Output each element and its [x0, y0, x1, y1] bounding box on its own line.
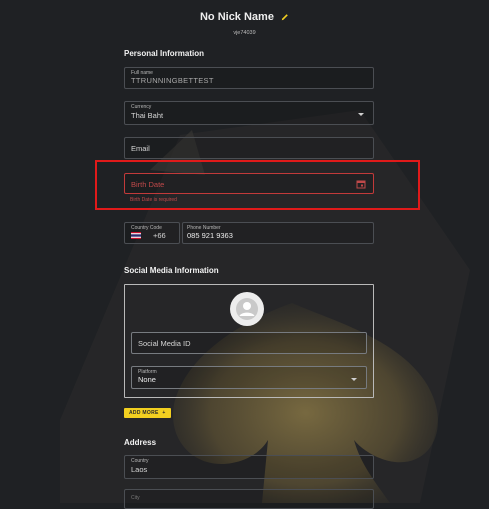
profile-title: No Nick Name — [0, 11, 489, 23]
country-label: Country — [131, 458, 149, 464]
highlight-box — [95, 160, 420, 210]
dropdown-caret-icon — [358, 113, 364, 116]
country-value: Laos — [131, 465, 148, 474]
social-media-id-placeholder: Social Media ID — [138, 339, 191, 348]
pencil-icon[interactable] — [281, 13, 289, 21]
phone-field[interactable]: Phone Number 085 921 9363 — [182, 222, 374, 244]
email-placeholder: Email — [131, 144, 150, 153]
platform-value: None — [138, 375, 156, 384]
currency-label: Currency — [131, 104, 152, 110]
username-text: vje74039 — [233, 30, 256, 36]
thai-flag-icon — [131, 232, 141, 239]
avatar-icon[interactable] — [230, 292, 264, 326]
address-section-title: Address — [124, 438, 157, 447]
phone-value: 085 921 9363 — [187, 231, 233, 240]
city-label: City — [131, 495, 140, 501]
platform-select[interactable]: Platform None — [131, 366, 367, 389]
add-more-label: ADD MORE — [129, 410, 159, 416]
plus-icon: + — [162, 410, 166, 416]
add-more-button[interactable]: ADD MORE + — [124, 408, 171, 418]
full-name-field[interactable]: Full name TTRUNNINGBETTEST — [124, 67, 374, 89]
dropdown-caret-icon — [351, 378, 357, 381]
currency-value: Thai Baht — [131, 111, 164, 120]
social-section-title: Social Media Information — [124, 266, 219, 275]
city-field[interactable]: City — [124, 489, 374, 509]
email-field[interactable]: Email — [124, 137, 374, 159]
social-media-id-field[interactable]: Social Media ID — [131, 332, 367, 354]
country-code-select[interactable]: Country Code +66 — [124, 222, 180, 244]
full-name-value: TTRUNNINGBETTEST — [131, 76, 214, 85]
country-code-value: +66 — [153, 231, 166, 240]
nickname-text: No Nick Name — [199, 11, 274, 23]
currency-select[interactable]: Currency Thai Baht — [124, 101, 374, 125]
personal-section-title: Personal Information — [124, 49, 205, 58]
country-field[interactable]: Country Laos — [124, 455, 374, 479]
